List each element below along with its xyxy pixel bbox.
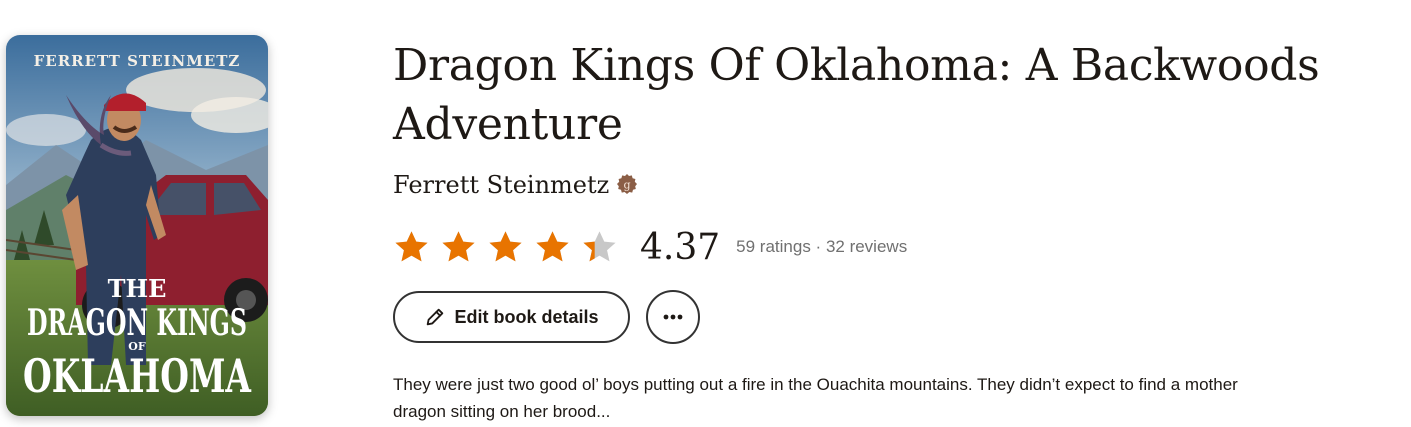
star-icon (489, 230, 522, 261)
book-title: Dragon Kings Of Oklahoma: A Backwoods Ad… (393, 40, 1320, 150)
cover-title-line1: THE (108, 274, 167, 303)
book-description: They were just two good ol’ boys putting… (393, 375, 1238, 421)
cover-author-text: FERRETT STEINMETZ (34, 52, 241, 70)
more-options-button[interactable] (646, 290, 700, 344)
author-link[interactable]: Ferrett Steinmetz (393, 171, 609, 199)
average-rating: 4.37 (640, 226, 721, 268)
cover-title-line2: DRAGON KINGS (27, 302, 247, 344)
more-horizontal-icon (663, 314, 683, 320)
reviews-count: 32 reviews (825, 237, 908, 256)
star-icon (536, 230, 569, 261)
stats-separator: · (810, 237, 826, 256)
rating-row: 4.37 59 ratings · 32 reviews (393, 224, 907, 270)
star-icon (395, 230, 428, 261)
edit-button-label: Edit book details (454, 306, 599, 327)
edit-book-details-button[interactable]: Edit book details (393, 291, 630, 343)
book-cover[interactable]: FERRETT STEINMETZ THE DRAGON KINGS OF OK… (6, 35, 268, 416)
goodreads-author-icon: g (615, 173, 639, 197)
author-row: Ferrett Steinmetz g (393, 167, 639, 203)
star-icon (583, 230, 616, 261)
rating-stats[interactable]: 59 ratings · 32 reviews (736, 237, 907, 257)
star-icon (442, 230, 475, 261)
svg-text:g: g (624, 179, 631, 192)
pencil-icon (424, 306, 446, 328)
ratings-count: 59 ratings (736, 237, 811, 256)
cover-title-line4: OKLAHOMA (23, 349, 252, 403)
rating-stars (393, 229, 618, 266)
action-buttons: Edit book details (393, 290, 700, 344)
